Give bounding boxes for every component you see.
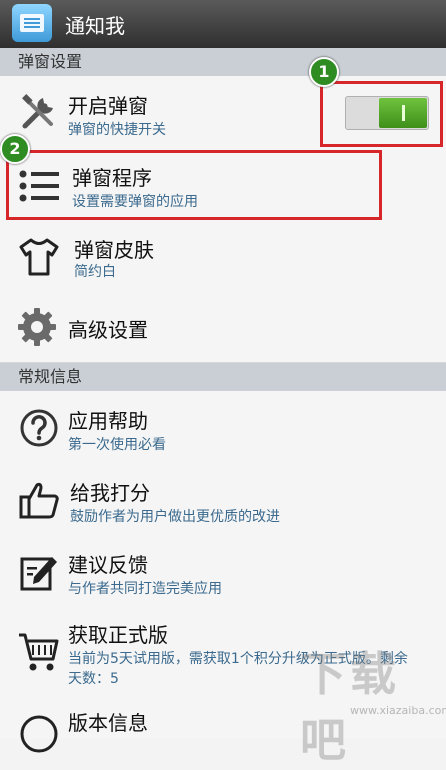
enable-popup-title: 开启弹窗: [68, 94, 148, 118]
highlight-box-toggle: [320, 81, 443, 147]
annotation-badge-1: 1: [309, 57, 339, 87]
popup-skin-title: 弹窗皮肤: [74, 238, 154, 262]
help-icon: [16, 405, 62, 451]
feedback-subtitle: 与作者共同打造完美应用: [68, 581, 222, 597]
feedback-title: 建议反馈: [68, 553, 148, 577]
annotation-badge-2: 2: [0, 134, 30, 164]
row-rate-me[interactable]: 给我打分 鼓励作者为用户做出更优质的改进: [0, 463, 446, 536]
popup-skin-subtitle: 简约白: [74, 264, 116, 280]
edit-icon: [16, 549, 62, 595]
watermark-logo: 下载吧 www.xiazaiba.com: [300, 638, 446, 767]
notification-list-icon[interactable]: [12, 4, 52, 42]
info-icon: [16, 711, 62, 757]
row-advanced-settings[interactable]: 高级设置: [0, 292, 446, 363]
app-title: 通知我: [65, 14, 125, 38]
row-app-help[interactable]: 应用帮助 第一次使用必看: [0, 391, 446, 464]
cart-icon: [16, 629, 62, 675]
version-info-title: 版本信息: [68, 711, 148, 735]
row-popup-skin[interactable]: 弹窗皮肤 简约白: [0, 224, 446, 293]
tshirt-icon: [16, 234, 62, 280]
highlight-box-popup-apps: [6, 150, 382, 220]
gear-icon: [14, 304, 60, 350]
rate-me-subtitle: 鼓励作者为用户做出更优质的改进: [70, 509, 280, 525]
full-version-title: 获取正式版: [68, 623, 168, 647]
rate-me-title: 给我打分: [70, 481, 150, 505]
thumbs-up-icon: [16, 477, 62, 523]
section-popup-settings: 弹窗设置: [0, 48, 446, 76]
app-help-title: 应用帮助: [68, 409, 148, 433]
row-feedback[interactable]: 建议反馈 与作者共同打造完美应用: [0, 535, 446, 608]
advanced-settings-title: 高级设置: [68, 318, 148, 342]
tools-icon: [16, 89, 62, 135]
title-bar: 通知我: [0, 0, 446, 48]
app-help-subtitle: 第一次使用必看: [68, 437, 166, 453]
watermark-url: www.xiazaiba.com: [350, 704, 446, 717]
section-general-info: 常规信息: [0, 363, 446, 391]
